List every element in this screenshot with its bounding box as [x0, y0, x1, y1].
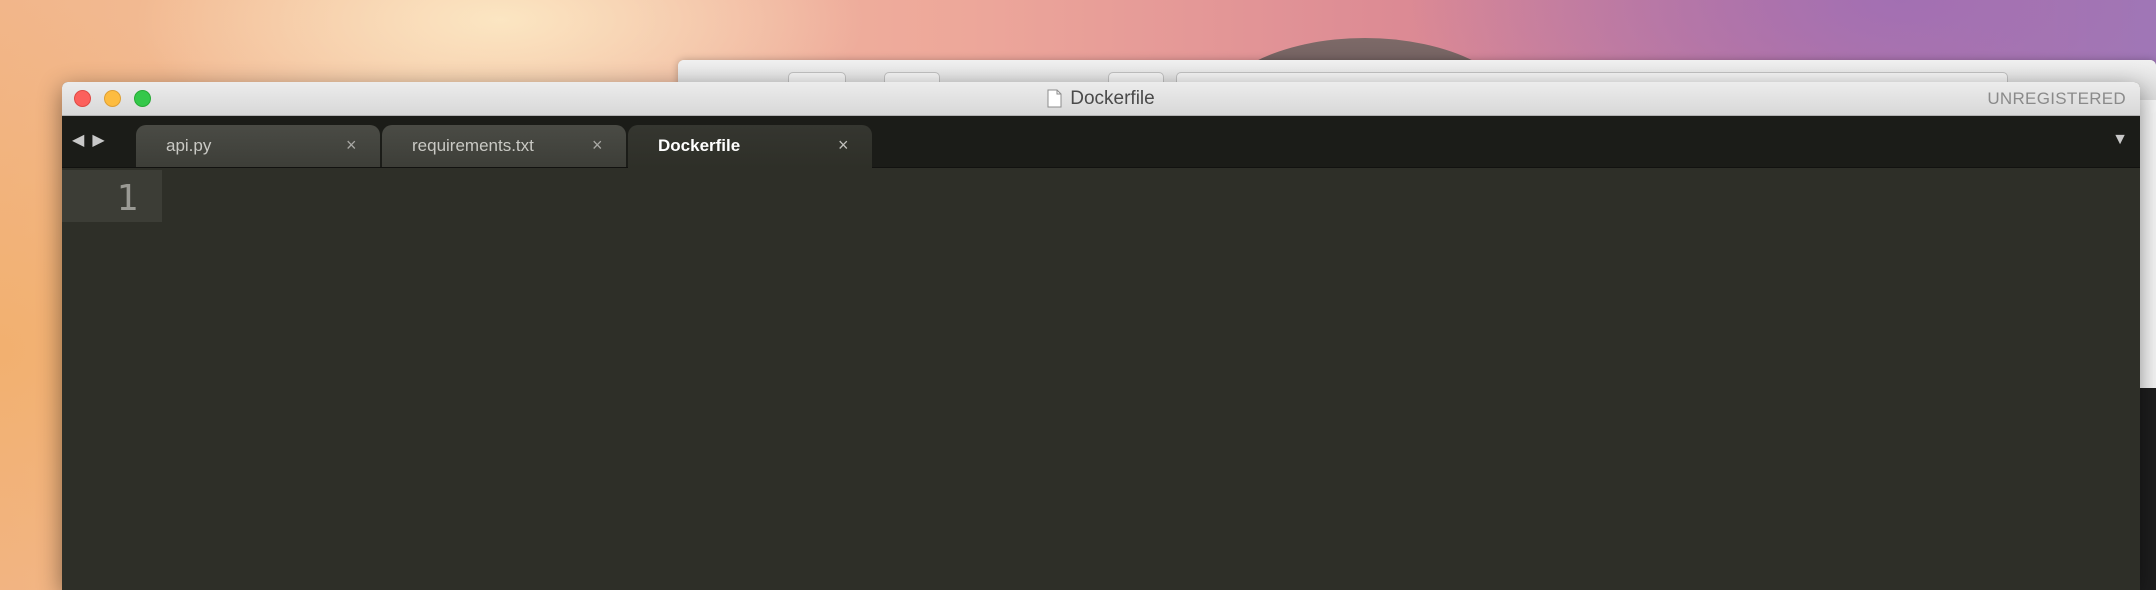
- current-line-gutter: 1: [62, 170, 162, 222]
- code-editor[interactable]: 1: [62, 168, 2140, 590]
- tab-close-icon[interactable]: ×: [346, 135, 357, 156]
- title-bar[interactable]: Dockerfile UNREGISTERED: [62, 82, 2140, 116]
- editor-text-area[interactable]: [162, 170, 2140, 590]
- tab-label: requirements.txt: [412, 136, 534, 155]
- tab-label: api.py: [166, 136, 212, 155]
- tab-navigation: ◀ ▶: [72, 130, 105, 150]
- background-window-panel: [2139, 100, 2156, 388]
- background-window-dark-panel: [2140, 388, 2156, 590]
- tab-dockerfile[interactable]: Dockerfile ×: [628, 125, 872, 168]
- forward-arrow-icon[interactable]: ▶: [92, 130, 104, 150]
- tab-label: Dockerfile: [658, 136, 741, 155]
- tab-api-py[interactable]: api.py ×: [136, 125, 380, 167]
- window-title: Dockerfile: [1070, 87, 1155, 109]
- line-number: 1: [116, 178, 138, 219]
- back-arrow-icon[interactable]: ◀: [72, 130, 84, 150]
- editor-window: Dockerfile UNREGISTERED ◀ ▶ api.py × req…: [62, 82, 2140, 590]
- tab-bar: ◀ ▶ api.py × requirements.txt × Dockerfi…: [62, 116, 2140, 168]
- tab-list-dropdown-icon[interactable]: ▼: [2112, 131, 2128, 149]
- window-title-group: Dockerfile: [62, 82, 2140, 115]
- tab-requirements-txt[interactable]: requirements.txt ×: [382, 125, 626, 167]
- document-icon: [1047, 89, 1062, 108]
- license-status: UNREGISTERED: [1987, 89, 2126, 108]
- tab-close-icon[interactable]: ×: [592, 135, 603, 156]
- tab-close-icon[interactable]: ×: [838, 135, 849, 156]
